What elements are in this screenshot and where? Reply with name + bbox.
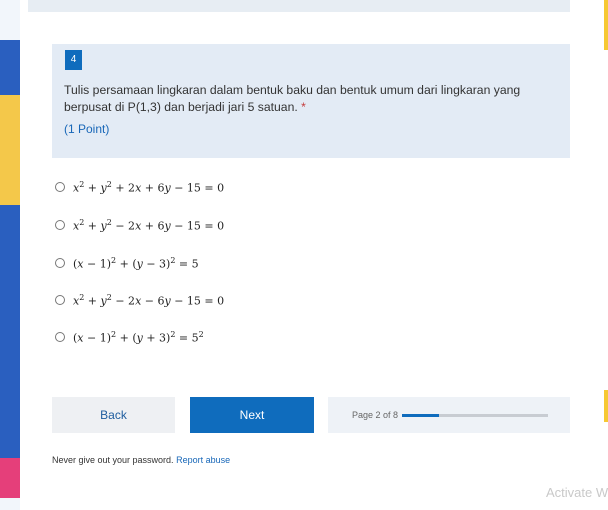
next-button[interactable]: Next — [190, 397, 314, 433]
activate-windows-watermark: Activate W — [546, 485, 608, 500]
radio-button[interactable] — [55, 258, 65, 269]
report-abuse-link[interactable]: Report abuse — [176, 455, 230, 465]
option-2[interactable]: x2 + y2 − 2x + 6y − 15 = 0 — [55, 218, 224, 233]
question-text-body: Tulis persamaan lingkaran dalam bentuk b… — [64, 83, 521, 114]
radio-button[interactable] — [55, 220, 65, 231]
background-right-yellow-2 — [604, 390, 608, 422]
background-decoration-pink — [0, 458, 20, 498]
previous-question-edge — [28, 0, 570, 12]
question-text: Tulis persamaan lingkaran dalam bentuk b… — [64, 82, 562, 116]
password-warning: Never give out your password. — [52, 455, 174, 465]
radio-button[interactable] — [55, 295, 65, 306]
radio-button[interactable] — [55, 332, 65, 343]
option-3[interactable]: (x − 1)2 + (y − 3)2 = 5 — [55, 256, 199, 271]
progress-indicator: Page 2 of 8 — [328, 397, 570, 433]
radio-button[interactable] — [55, 182, 65, 193]
required-mark: * — [301, 100, 306, 114]
option-4[interactable]: x2 + y2 − 2x − 6y − 15 = 0 — [55, 293, 224, 308]
option-equation: x2 + y2 − 2x − 6y − 15 = 0 — [73, 293, 225, 308]
progress-track — [402, 413, 549, 417]
option-5[interactable]: (x − 1)2 + (y + 3)2 = 52 — [55, 330, 204, 345]
background-right-yellow — [604, 0, 608, 50]
background-right — [602, 0, 608, 510]
option-equation: x2 + y2 − 2x + 6y − 15 = 0 — [73, 218, 225, 233]
option-1[interactable]: x2 + y2 + 2x + 6y − 15 = 0 — [55, 180, 224, 195]
question-number-badge: 4 — [65, 50, 82, 70]
back-button[interactable]: Back — [52, 397, 175, 433]
background-decoration-yellow — [0, 95, 20, 205]
option-equation: (x − 1)2 + (y − 3)2 = 5 — [73, 256, 199, 271]
question-points: (1 Point) — [64, 122, 110, 136]
progress-fill — [402, 413, 439, 417]
option-equation: x2 + y2 + 2x + 6y − 15 = 0 — [73, 180, 225, 195]
page-counter: Page 2 of 8 — [352, 410, 399, 420]
option-equation: (x − 1)2 + (y + 3)2 = 52 — [73, 330, 204, 345]
footer: Never give out your password. Report abu… — [52, 455, 230, 465]
